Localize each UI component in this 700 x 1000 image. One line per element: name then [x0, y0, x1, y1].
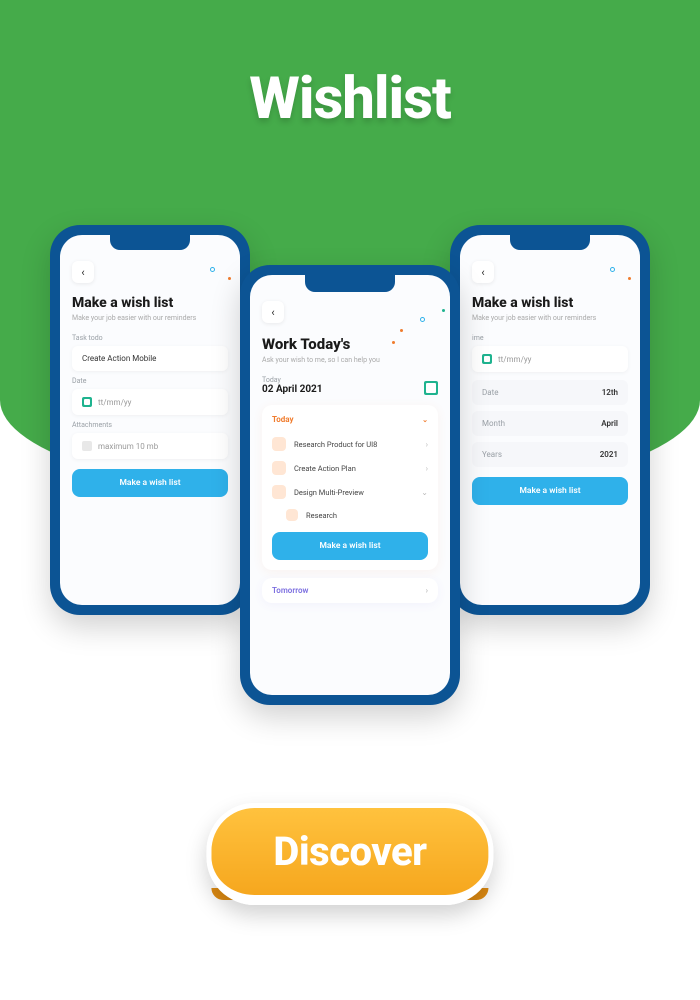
attachment-icon	[82, 441, 92, 451]
attachments-label: Attachments	[72, 421, 228, 429]
row-key: Years	[482, 450, 502, 459]
make-wish-list-button[interactable]: Make a wish list	[72, 469, 228, 497]
task-input-value: Create Action Mobile	[82, 354, 156, 363]
phone-center: ‹ Work Today's Ask your wish to me, so I…	[240, 265, 460, 705]
task-subitem[interactable]: Research	[272, 504, 428, 526]
phone-center-screen: ‹ Work Today's Ask your wish to me, so I…	[250, 275, 450, 695]
task-group-header[interactable]: Today ⌄	[272, 415, 428, 424]
phone-left-screen: ‹ Make a wish list Make your job easier …	[60, 235, 240, 605]
date-row[interactable]: Date 12th	[472, 380, 628, 405]
phone-right: ‹ Make a wish list Make your job easier …	[450, 225, 650, 615]
today-row: Today 02 April 2021	[262, 376, 438, 395]
discover-button[interactable]: Discover	[206, 803, 493, 905]
screen-subtitle: Ask your wish to me, so I can help you	[262, 356, 438, 364]
task-group-header: Tomorrow ›	[272, 586, 428, 595]
today-label: Today	[262, 376, 323, 384]
screen-title: Work Today's	[262, 335, 438, 353]
screen-title: Make a wish list	[72, 295, 228, 311]
years-row[interactable]: Years 2021	[472, 442, 628, 467]
back-button[interactable]: ‹	[72, 261, 94, 283]
discover-wrap: Discover	[206, 803, 493, 905]
time-label: ime	[472, 334, 628, 342]
make-wish-list-button[interactable]: Make a wish list	[272, 532, 428, 560]
time-placeholder: tt/mm/yy	[498, 355, 531, 364]
task-item-label: Research	[306, 511, 337, 520]
attachments-placeholder: maximum 10 mb	[98, 442, 158, 451]
phone-left: ‹ Make a wish list Make your job easier …	[50, 225, 250, 615]
row-key: Month	[482, 419, 505, 428]
tomorrow-task-card[interactable]: Tomorrow ›	[262, 578, 438, 603]
phone-notch	[110, 234, 190, 250]
task-checkbox[interactable]	[286, 509, 298, 521]
row-value: 2021	[600, 450, 618, 459]
chevron-down-icon: ⌄	[422, 416, 428, 424]
calendar-icon	[482, 354, 492, 364]
row-value: 12th	[602, 388, 618, 397]
screen-subtitle: Make your job easier with our reminders	[72, 314, 228, 322]
date-input[interactable]: tt/mm/yy	[72, 389, 228, 415]
chevron-right-icon: ›	[426, 586, 428, 595]
chevron-down-icon: ⌄	[421, 488, 428, 497]
task-item[interactable]: Research Product for UI8 ›	[272, 432, 428, 456]
phone-notch	[510, 234, 590, 250]
screen-subtitle: Make your job easier with our reminders	[472, 314, 628, 322]
task-group-title: Tomorrow	[272, 586, 308, 595]
task-item[interactable]: Create Action Plan ›	[272, 456, 428, 480]
phone-mockups: ‹ Make a wish list Make your job easier …	[50, 225, 650, 705]
task-label: Task todo	[72, 334, 228, 342]
task-item-label: Design Multi-Preview	[294, 488, 364, 497]
date-placeholder: tt/mm/yy	[98, 398, 131, 407]
month-row[interactable]: Month April	[472, 411, 628, 436]
back-button[interactable]: ‹	[262, 301, 284, 323]
screen-title: Make a wish list	[472, 295, 628, 311]
task-checkbox[interactable]	[272, 461, 286, 475]
hero-title: Wishlist	[0, 65, 700, 133]
row-key: Date	[482, 388, 498, 397]
back-button[interactable]: ‹	[472, 261, 494, 283]
phone-notch	[305, 274, 395, 292]
task-input[interactable]: Create Action Mobile	[72, 346, 228, 371]
calendar-icon[interactable]	[424, 381, 438, 395]
task-checkbox[interactable]	[272, 485, 286, 499]
task-checkbox[interactable]	[272, 437, 286, 451]
date-label: Date	[72, 377, 228, 385]
chevron-right-icon: ›	[426, 464, 428, 473]
calendar-icon	[82, 397, 92, 407]
today-date: 02 April 2021	[262, 384, 323, 395]
task-group-title: Today	[272, 415, 294, 424]
row-value: April	[601, 419, 618, 428]
make-wish-list-button[interactable]: Make a wish list	[472, 477, 628, 505]
phone-right-screen: ‹ Make a wish list Make your job easier …	[460, 235, 640, 605]
attachments-input[interactable]: maximum 10 mb	[72, 433, 228, 459]
chevron-right-icon: ›	[426, 440, 428, 449]
task-item-label: Research Product for UI8	[294, 440, 377, 449]
task-item-label: Create Action Plan	[294, 464, 356, 473]
task-item[interactable]: Design Multi-Preview ⌄	[272, 480, 428, 504]
time-input[interactable]: tt/mm/yy	[472, 346, 628, 372]
today-task-card: Today ⌄ Research Product for UI8 › Creat…	[262, 405, 438, 570]
